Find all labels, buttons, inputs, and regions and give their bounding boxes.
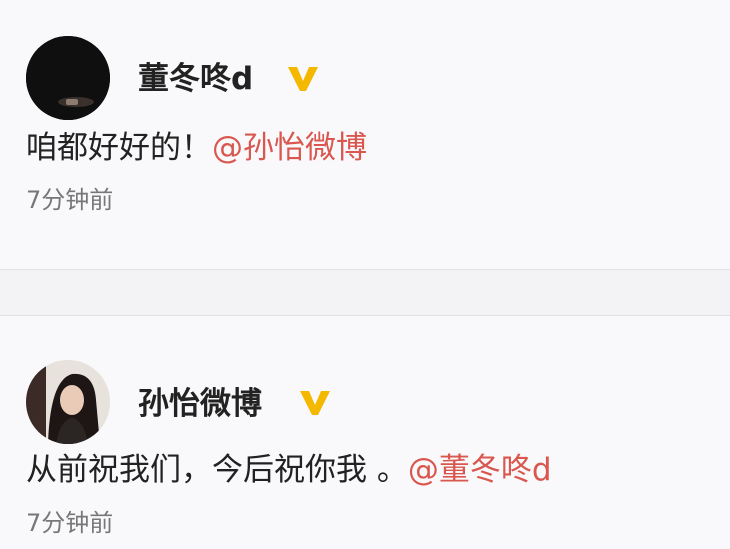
verified-badge-icon <box>286 64 320 94</box>
post-text: 咱都好好的！ <box>26 130 212 166</box>
avatar[interactable] <box>26 360 110 444</box>
post-text: 从前祝我们，今后祝你我 。 <box>26 452 408 488</box>
post-content: 咱都好好的！@孙怡微博 <box>26 133 367 164</box>
mention-link[interactable]: @孙怡微博 <box>212 130 367 166</box>
username[interactable]: 孙怡微博 <box>138 389 262 420</box>
avatar-image <box>26 36 110 120</box>
post-time: 7分钟前 <box>26 509 114 537</box>
username[interactable]: 董冬咚d <box>138 64 253 95</box>
verified-badge-icon <box>298 388 332 418</box>
post-divider <box>0 269 730 316</box>
post-time: 7分钟前 <box>26 186 114 214</box>
post-content: 从前祝我们，今后祝你我 。@董冬咚d <box>26 455 552 486</box>
mention-link[interactable]: @董冬咚d <box>408 452 552 488</box>
post-dongdongdong: 董冬咚d 咱都好好的！@孙怡微博 7分钟前 <box>0 0 730 269</box>
post-sunyi: 孙怡微博 从前祝我们，今后祝你我 。@董冬咚d 7分钟前 <box>0 316 730 549</box>
weibo-feed: 董冬咚d 咱都好好的！@孙怡微博 7分钟前 孙怡微博 从前祝我们，今后祝你我 。… <box>0 0 730 549</box>
avatar-image <box>26 360 110 444</box>
avatar[interactable] <box>26 36 110 120</box>
